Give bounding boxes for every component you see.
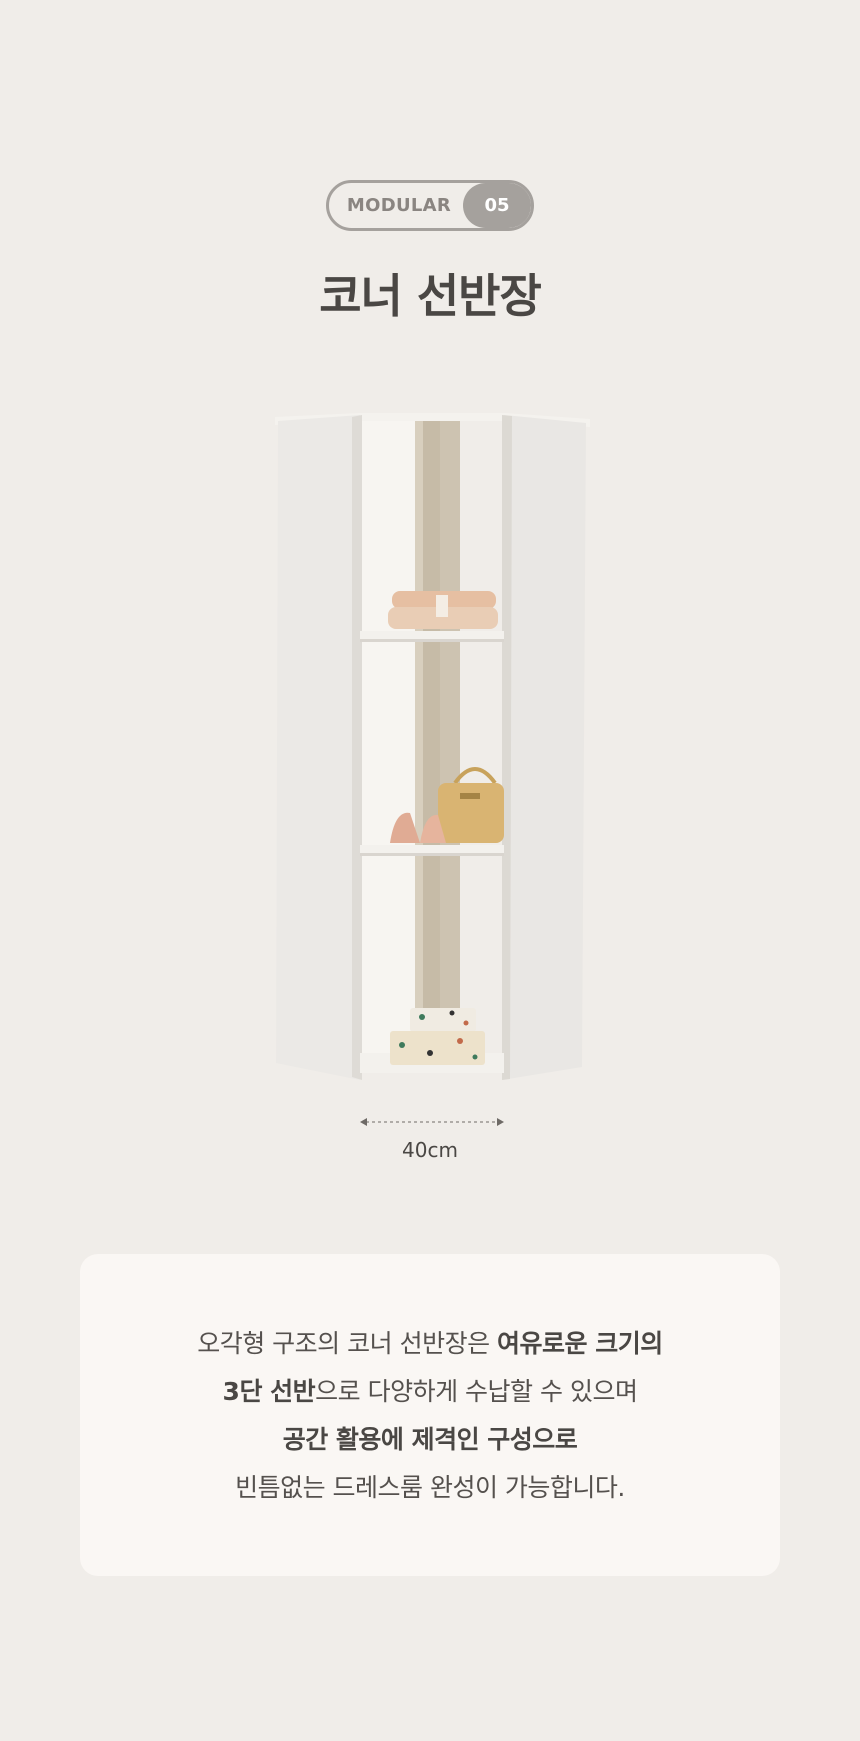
badge-number: 05 [463,183,531,228]
badge-label: MODULAR [346,195,452,216]
description-card [80,1254,780,1576]
description-line-4: 빈틈없는 드레스룸 완성이 가능합니다. [235,1473,625,1502]
modular-badge: MODULAR 05 [326,180,534,231]
description-line-1: 오각형 구조의 코너 선반장은 여유로운 크기의 [197,1329,663,1358]
description-line-3: 공간 활용에 제격인 구성으로 [282,1425,578,1454]
page-title: 코너 선반장 [319,269,542,323]
corner-shelf-image [275,413,590,1080]
description-line-2: 3단 선반으로 다양하게 수납할 수 있으며 [222,1377,638,1406]
width-label: 40cm [402,1138,458,1162]
width-dimension-line [360,1118,504,1126]
